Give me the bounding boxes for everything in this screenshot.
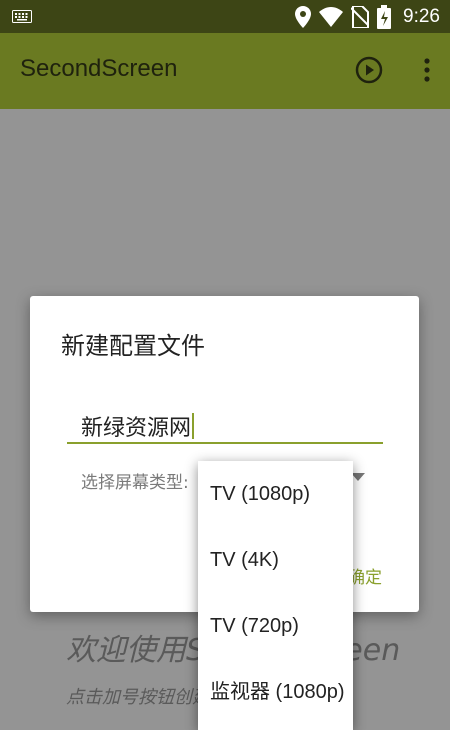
- play-icon[interactable]: [354, 55, 384, 85]
- dropdown-option-tv-1080p[interactable]: TV (1080p): [198, 461, 353, 527]
- dropdown-arrow-icon[interactable]: [351, 473, 365, 481]
- app-bar: SecondScreen: [0, 33, 450, 109]
- dropdown-option-tv-720p[interactable]: TV (720p): [198, 593, 353, 659]
- more-options-icon[interactable]: [422, 55, 432, 85]
- battery-icon: [377, 5, 392, 29]
- ok-button[interactable]: 确定: [348, 563, 382, 588]
- profile-name-value[interactable]: 新绿资源网: [81, 410, 195, 442]
- dropdown-option-monitor-1080p[interactable]: 监视器 (1080p): [198, 659, 353, 725]
- text-cursor: [192, 413, 195, 439]
- screen-type-dropdown: TV (1080p) TV (4K) TV (720p) 监视器 (1080p): [198, 461, 353, 730]
- profile-name-field[interactable]: 新绿资源网: [67, 402, 383, 444]
- keyboard-icon: [12, 10, 32, 23]
- dropdown-option-tv-4k[interactable]: TV (4K): [198, 527, 353, 593]
- no-sim-icon: [351, 6, 370, 28]
- screen-type-label: 选择屏幕类型:: [81, 473, 189, 493]
- status-time: 9:26: [403, 6, 440, 27]
- location-icon: [295, 6, 312, 28]
- app-title: SecondScreen: [20, 55, 178, 82]
- dialog-title: 新建配置文件: [61, 332, 205, 360]
- profile-name-text: 新绿资源网: [81, 416, 192, 441]
- wifi-icon: [319, 7, 344, 27]
- status-bar: 9:26: [0, 0, 450, 33]
